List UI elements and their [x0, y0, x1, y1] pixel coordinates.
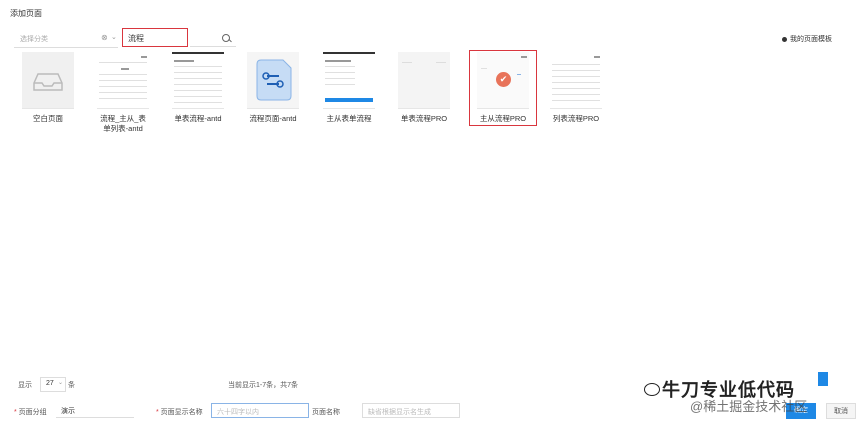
my-templates-link[interactable]: 我的页面模板 — [782, 34, 832, 44]
wechat-logo-icon — [644, 383, 660, 396]
category-placeholder: 选择分类 — [20, 36, 48, 43]
template-thumbnail — [550, 52, 602, 109]
page-name-placeholder: 缺省根据显示名生成 — [368, 409, 431, 416]
chevron-down-icon[interactable]: ⌄ — [111, 33, 117, 41]
page-size-select[interactable]: 27 ⌄ — [40, 377, 66, 392]
template-name: 单表流程PRO — [400, 114, 448, 123]
chevron-down-icon: ⌄ — [58, 380, 64, 386]
watermark-subtitle: @稀土掘金技术社区 — [690, 399, 808, 414]
template-name: 单表流程-antd — [174, 114, 222, 123]
template-thumbnail — [323, 52, 375, 109]
template-thumbnail — [22, 52, 74, 109]
template-card[interactable]: 列表流程PRO — [550, 52, 602, 124]
inbox-icon — [33, 73, 63, 91]
template-name: 列表流程PRO — [552, 114, 600, 123]
template-thumbnail — [172, 52, 224, 109]
search-icon[interactable] — [222, 34, 230, 42]
display-name-label: * 页面显示名称 — [156, 409, 203, 416]
template-card[interactable]: 流程页面-antd — [247, 52, 299, 124]
template-name: 流程页面-antd — [249, 114, 297, 123]
display-name-input[interactable]: 六十四字以内 — [211, 403, 309, 418]
group-value: 演示 — [61, 408, 75, 415]
template-card-blank[interactable]: 空白页面 — [22, 52, 74, 124]
page-size-value: 27 — [46, 380, 54, 387]
template-card[interactable]: 主从表单流程 — [323, 52, 375, 124]
template-name: 流程_主从_表单列表-antd — [100, 114, 146, 133]
clear-icon[interactable]: ⊗ — [101, 33, 108, 42]
search-input[interactable]: 流程 — [122, 28, 188, 47]
template-thumbnail — [97, 52, 149, 109]
cancel-button[interactable]: 取消 — [826, 403, 856, 419]
template-card[interactable]: 单表流程-antd — [172, 52, 224, 124]
page-name-label: 页面名称 — [312, 409, 340, 416]
template-name: 空白页面 — [33, 114, 63, 123]
group-select[interactable]: 演示 — [56, 403, 134, 418]
group-label: * 页面分组 — [14, 409, 47, 416]
template-thumbnail — [398, 52, 450, 109]
template-thumbnail — [247, 52, 299, 109]
template-card[interactable]: 流程_主从_表单列表-antd — [97, 52, 149, 134]
pagination-summary: 当前显示1-7条，共7条 — [228, 382, 299, 389]
search-value: 流程 — [128, 34, 144, 43]
my-templates-label: 我的页面模板 — [790, 36, 832, 43]
template-name: 主从表单流程 — [326, 114, 372, 123]
page-name-input[interactable]: 缺省根据显示名生成 — [362, 403, 460, 418]
side-tab[interactable] — [818, 372, 828, 386]
category-select[interactable]: 选择分类 ⊗ ⌄ — [14, 30, 118, 48]
search-underline — [190, 46, 236, 47]
dialog-title: 添加页面 — [10, 9, 42, 18]
page-size-unit: 条 — [68, 382, 75, 389]
page-size-label: 显示 — [18, 382, 32, 389]
add-page-dialog: 添加页面 选择分类 ⊗ ⌄ 流程 我的页面模板 空白页面 流程_主从_表单列表-… — [0, 0, 864, 426]
flow-icon — [256, 59, 292, 101]
selection-highlight — [469, 50, 537, 126]
user-icon — [782, 36, 787, 42]
template-card[interactable]: 单表流程PRO — [398, 52, 450, 124]
display-name-placeholder: 六十四字以内 — [217, 409, 259, 416]
